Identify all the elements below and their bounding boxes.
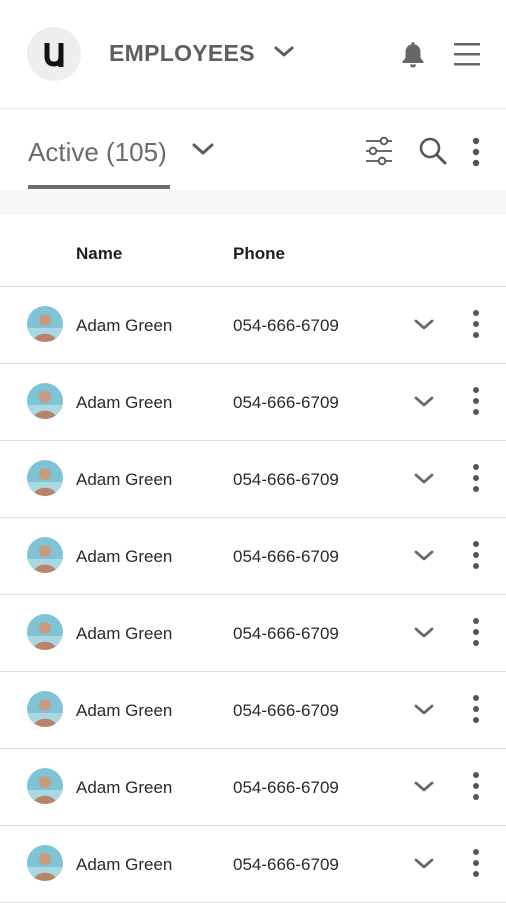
table-header: Name Phone [0, 215, 506, 287]
chevron-down-icon[interactable] [191, 142, 215, 158]
more-vertical-icon[interactable] [470, 694, 482, 724]
app-logo[interactable] [27, 27, 81, 81]
page-title[interactable]: EMPLOYEES [109, 40, 255, 67]
search-icon[interactable] [418, 136, 448, 166]
employee-phone: 054-666-6709 [233, 393, 339, 412]
employee-name: Adam Green [76, 855, 173, 874]
more-vertical-icon[interactable] [470, 848, 482, 878]
active-tab-indicator [28, 185, 170, 189]
column-header-phone[interactable]: Phone [233, 244, 285, 264]
status-filter-tab[interactable]: Active (105) [28, 137, 167, 168]
employee-name: Adam Green [76, 701, 173, 720]
table-row[interactable]: Adam Green 054-666-6709 [0, 287, 506, 364]
more-vertical-icon[interactable] [470, 617, 482, 647]
chevron-down-icon[interactable] [413, 395, 435, 409]
avatar [27, 537, 63, 573]
filter-bar: Active (105) [0, 108, 506, 191]
chevron-down-icon[interactable] [413, 318, 435, 332]
chevron-down-icon[interactable] [413, 780, 435, 794]
more-vertical-icon[interactable] [470, 137, 482, 167]
avatar [27, 614, 63, 650]
employee-name: Adam Green [76, 470, 173, 489]
avatar [27, 306, 63, 342]
employee-list: Adam Green 054-666-6709 Adam Green 054-6… [0, 287, 506, 903]
more-vertical-icon[interactable] [470, 771, 482, 801]
more-vertical-icon[interactable] [470, 463, 482, 493]
table-row[interactable]: Adam Green 054-666-6709 [0, 749, 506, 826]
avatar [27, 460, 63, 496]
app-header: EMPLOYEES [0, 0, 506, 108]
employee-phone: 054-666-6709 [233, 547, 339, 566]
more-vertical-icon[interactable] [470, 540, 482, 570]
employee-name: Adam Green [76, 778, 173, 797]
employee-name: Adam Green [76, 316, 173, 335]
more-vertical-icon[interactable] [470, 386, 482, 416]
table-row[interactable]: Adam Green 054-666-6709 [0, 672, 506, 749]
more-vertical-icon[interactable] [470, 309, 482, 339]
employee-phone: 054-666-6709 [233, 316, 339, 335]
logo-u-icon [44, 43, 64, 67]
avatar [27, 691, 63, 727]
employee-name: Adam Green [76, 624, 173, 643]
hamburger-menu-icon[interactable] [453, 41, 481, 67]
employee-name: Adam Green [76, 547, 173, 566]
avatar [27, 383, 63, 419]
chevron-down-icon[interactable] [413, 626, 435, 640]
employee-phone: 054-666-6709 [233, 701, 339, 720]
bell-icon[interactable] [401, 40, 425, 68]
chevron-down-icon[interactable] [413, 549, 435, 563]
avatar [27, 768, 63, 804]
employee-phone: 054-666-6709 [233, 624, 339, 643]
table-row[interactable]: Adam Green 054-666-6709 [0, 826, 506, 903]
section-spacer [0, 191, 506, 215]
employee-phone: 054-666-6709 [233, 855, 339, 874]
table-row[interactable]: Adam Green 054-666-6709 [0, 441, 506, 518]
employee-phone: 054-666-6709 [233, 470, 339, 489]
table-row[interactable]: Adam Green 054-666-6709 [0, 364, 506, 441]
chevron-down-icon[interactable] [273, 45, 295, 59]
column-header-name[interactable]: Name [76, 244, 122, 264]
avatar [27, 845, 63, 881]
employee-phone: 054-666-6709 [233, 778, 339, 797]
chevron-down-icon[interactable] [413, 857, 435, 871]
table-row[interactable]: Adam Green 054-666-6709 [0, 595, 506, 672]
employee-name: Adam Green [76, 393, 173, 412]
filter-sliders-icon[interactable] [365, 136, 393, 166]
table-row[interactable]: Adam Green 054-666-6709 [0, 518, 506, 595]
chevron-down-icon[interactable] [413, 472, 435, 486]
chevron-down-icon[interactable] [413, 703, 435, 717]
